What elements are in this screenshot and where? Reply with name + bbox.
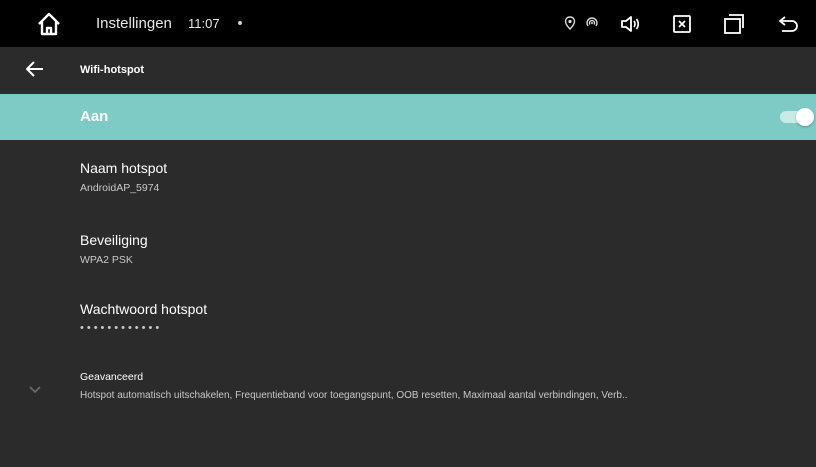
pref-summary: •••••••••••• [80, 322, 163, 334]
location-icon [564, 16, 576, 30]
notification-dot [238, 21, 242, 25]
arrow-left-icon[interactable] [24, 58, 46, 80]
hotspot-toggle[interactable] [780, 108, 814, 126]
pref-title: Wachtwoord hotspot [80, 301, 208, 317]
page-title: Wifi-hotspot [80, 64, 145, 76]
close-app-icon[interactable] [670, 12, 694, 36]
pref-title: Geavanceerd [80, 371, 144, 383]
home-icon[interactable] [36, 11, 62, 37]
pref-summary: Hotspot automatisch uitschakelen, Freque… [80, 390, 628, 401]
toolbar: Wifi-hotspot [0, 47, 816, 94]
hotspot-icon [586, 17, 598, 27]
master-switch-label: Aan [80, 108, 109, 125]
recent-apps-icon[interactable] [722, 12, 746, 36]
volume-icon[interactable] [618, 12, 642, 36]
hotspot-master-switch-row[interactable]: Aan [0, 94, 816, 140]
pref-password[interactable]: Wachtwoord hotspot •••••••••••• [0, 286, 816, 356]
pref-title: Beveiliging [80, 232, 148, 248]
toggle-thumb [796, 108, 814, 126]
pref-hotspot-name[interactable]: Naam hotspot AndroidAP_5974 [0, 140, 816, 216]
status-bar: Instellingen 11:07 [0, 0, 816, 47]
pref-advanced[interactable]: Geavanceerd Hotspot automatisch uitschak… [0, 356, 816, 416]
chevron-down-icon [29, 386, 41, 394]
clock: 11:07 [188, 16, 220, 31]
back-nav-icon[interactable] [776, 12, 800, 36]
app-title: Instellingen [96, 15, 172, 32]
pref-title: Naam hotspot [80, 160, 168, 176]
pref-summary: AndroidAP_5974 [80, 182, 160, 194]
pref-summary: WPA2 PSK [80, 254, 133, 266]
pref-security[interactable]: Beveiliging WPA2 PSK [0, 216, 816, 286]
